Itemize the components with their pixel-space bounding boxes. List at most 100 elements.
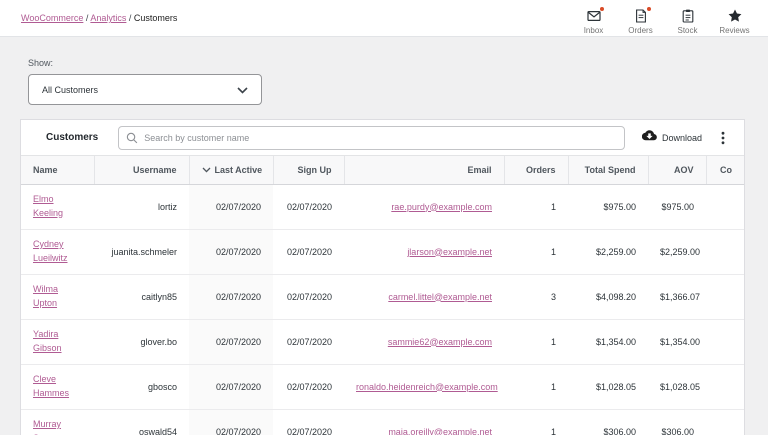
customers-card: Customers Download Name Username Last Acti…	[20, 119, 745, 435]
cell-name: Wilma Upton	[21, 274, 94, 320]
unread-badge	[598, 5, 605, 12]
cell-username: oswald54	[94, 409, 189, 435]
breadcrumb: WooCommerce / Analytics / Customers	[21, 13, 177, 23]
email-link[interactable]: rae.purdy@example.com	[391, 202, 492, 212]
cell-sign_up: 02/07/2020	[273, 274, 344, 320]
column-header-label: Name	[33, 164, 58, 175]
cell-orders: 1	[504, 319, 568, 365]
column-header-last_active[interactable]: Last Active	[188, 156, 273, 185]
name-link[interactable]: Cydney Lueilwitz	[33, 239, 68, 263]
table-row: Cleve Hammes gbosco 02/07/2020 02/07/2020 ro…	[21, 364, 744, 410]
column-header-name[interactable]: Name	[21, 156, 94, 185]
cell-last_active: 02/07/2020	[189, 409, 273, 435]
cell-country	[706, 274, 744, 320]
cell-country	[706, 229, 744, 275]
column-header-email[interactable]: Email	[343, 156, 504, 185]
cell-sign_up: 02/07/2020	[273, 184, 344, 230]
column-header-aov[interactable]: AOV	[647, 156, 706, 185]
email-link[interactable]: ronaldo.heidenreich@example.com	[356, 382, 498, 392]
unread-badge	[645, 5, 652, 12]
panel-item-label: Orders	[628, 25, 653, 35]
kebab-menu-button[interactable]	[715, 129, 731, 147]
customers-filter-dropdown[interactable]: All Customers	[28, 74, 262, 105]
panel-item-orders[interactable]: Orders	[617, 2, 664, 35]
column-header-label: Sign Up	[297, 164, 332, 175]
panel-item-reviews[interactable]: Reviews	[711, 2, 758, 35]
name-link[interactable]: Cleve Hammes	[33, 374, 69, 398]
sort-desc-icon	[202, 165, 211, 175]
name-link[interactable]: Yadira Gibson	[33, 329, 62, 353]
cell-username: gbosco	[94, 364, 189, 410]
name-link[interactable]: Murray Spencer	[33, 419, 67, 435]
cell-orders: 1	[504, 184, 568, 230]
breadcrumb-item[interactable]: WooCommerce	[21, 13, 83, 23]
cell-aov: $1,366.07	[648, 274, 706, 320]
cell-total_spend: $975.00	[568, 184, 648, 230]
cell-country	[706, 409, 744, 435]
cell-username: caitlyn85	[94, 274, 189, 320]
cell-total_spend: $2,259.00	[568, 229, 648, 275]
card-header: Customers Download	[21, 120, 744, 156]
cell-email: jlarson@example.net	[344, 229, 504, 275]
column-header-username[interactable]: Username	[93, 156, 189, 185]
panel-item-label: Stock	[677, 25, 698, 35]
cell-sign_up: 02/07/2020	[273, 229, 344, 275]
cell-total_spend: $306.00	[568, 409, 648, 435]
cell-country	[706, 319, 744, 365]
table-body: Elmo Keeling lortiz 02/07/2020 02/07/2020 ra…	[21, 184, 744, 435]
column-header-label: Email	[467, 164, 492, 175]
filters-section: Show: All Customers	[28, 58, 768, 105]
cell-username: juanita.schmeler	[94, 229, 189, 275]
cell-username: glover.bo	[94, 319, 189, 365]
reviews-icon	[727, 8, 743, 24]
column-header-sign_up[interactable]: Sign Up	[272, 156, 344, 185]
cell-aov: $2,259.00	[648, 229, 706, 275]
column-header-label: Last Active	[214, 164, 263, 175]
cell-name: Murray Spencer	[21, 409, 94, 435]
column-header-orders[interactable]: Orders	[503, 156, 568, 185]
orders-icon	[633, 5, 652, 24]
cloud-download-icon	[641, 130, 657, 145]
table-header-row: Name Username Last Active Sign Up Email Order…	[21, 156, 744, 185]
download-button[interactable]: Download	[641, 130, 702, 145]
column-header-total_spend[interactable]: Total Spend	[567, 156, 648, 185]
cell-orders: 1	[504, 409, 568, 435]
inbox-icon	[586, 5, 605, 24]
column-header-country[interactable]: Co	[705, 156, 744, 185]
column-header-label: Total Spend	[584, 164, 636, 175]
cell-email: rae.purdy@example.com	[344, 184, 504, 230]
cell-aov: $1,354.00	[648, 319, 706, 365]
column-header-label: Co	[720, 164, 732, 175]
cell-last_active: 02/07/2020	[189, 274, 273, 320]
cell-name: Yadira Gibson	[21, 319, 94, 365]
cell-email: ronaldo.heidenreich@example.com	[344, 364, 504, 410]
breadcrumb-item: Customers	[133, 13, 178, 23]
topbar: WooCommerce / Analytics / Customers Inbo…	[0, 0, 768, 37]
panel-item-label: Inbox	[583, 25, 604, 35]
email-link[interactable]: carmel.littel@example.net	[388, 292, 492, 302]
email-link[interactable]: maia.oreilly@example.net	[388, 427, 492, 435]
name-link[interactable]: Wilma Upton	[33, 284, 58, 308]
table-row: Cydney Lueilwitz juanita.schmeler 02/07/20…	[21, 229, 744, 275]
panel-item-stock[interactable]: Stock	[664, 2, 711, 35]
cell-aov: $975.00	[648, 184, 706, 230]
table-row: Yadira Gibson glover.bo 02/07/2020 02/07/20…	[21, 319, 744, 365]
search-input[interactable]	[118, 125, 625, 150]
table-row: Wilma Upton caitlyn85 02/07/2020 02/07/2020…	[21, 274, 744, 320]
customers-table: Name Username Last Active Sign Up Email Order…	[21, 156, 744, 435]
cell-total_spend: $1,028.05	[568, 364, 648, 410]
column-header-label: Orders	[525, 164, 556, 175]
cell-country	[706, 364, 744, 410]
breadcrumb-item[interactable]: Analytics	[90, 13, 126, 23]
cell-total_spend: $1,354.00	[568, 319, 648, 365]
cell-last_active: 02/07/2020	[189, 319, 273, 365]
cell-username: lortiz	[94, 184, 189, 230]
column-header-label: AOV	[673, 164, 694, 175]
cell-last_active: 02/07/2020	[189, 184, 273, 230]
email-link[interactable]: sammie62@example.com	[388, 337, 492, 347]
cell-email: maia.oreilly@example.net	[344, 409, 504, 435]
name-link[interactable]: Elmo Keeling	[33, 194, 63, 218]
cell-sign_up: 02/07/2020	[273, 364, 344, 410]
panel-item-inbox[interactable]: Inbox	[570, 2, 617, 35]
email-link[interactable]: jlarson@example.net	[407, 247, 492, 257]
